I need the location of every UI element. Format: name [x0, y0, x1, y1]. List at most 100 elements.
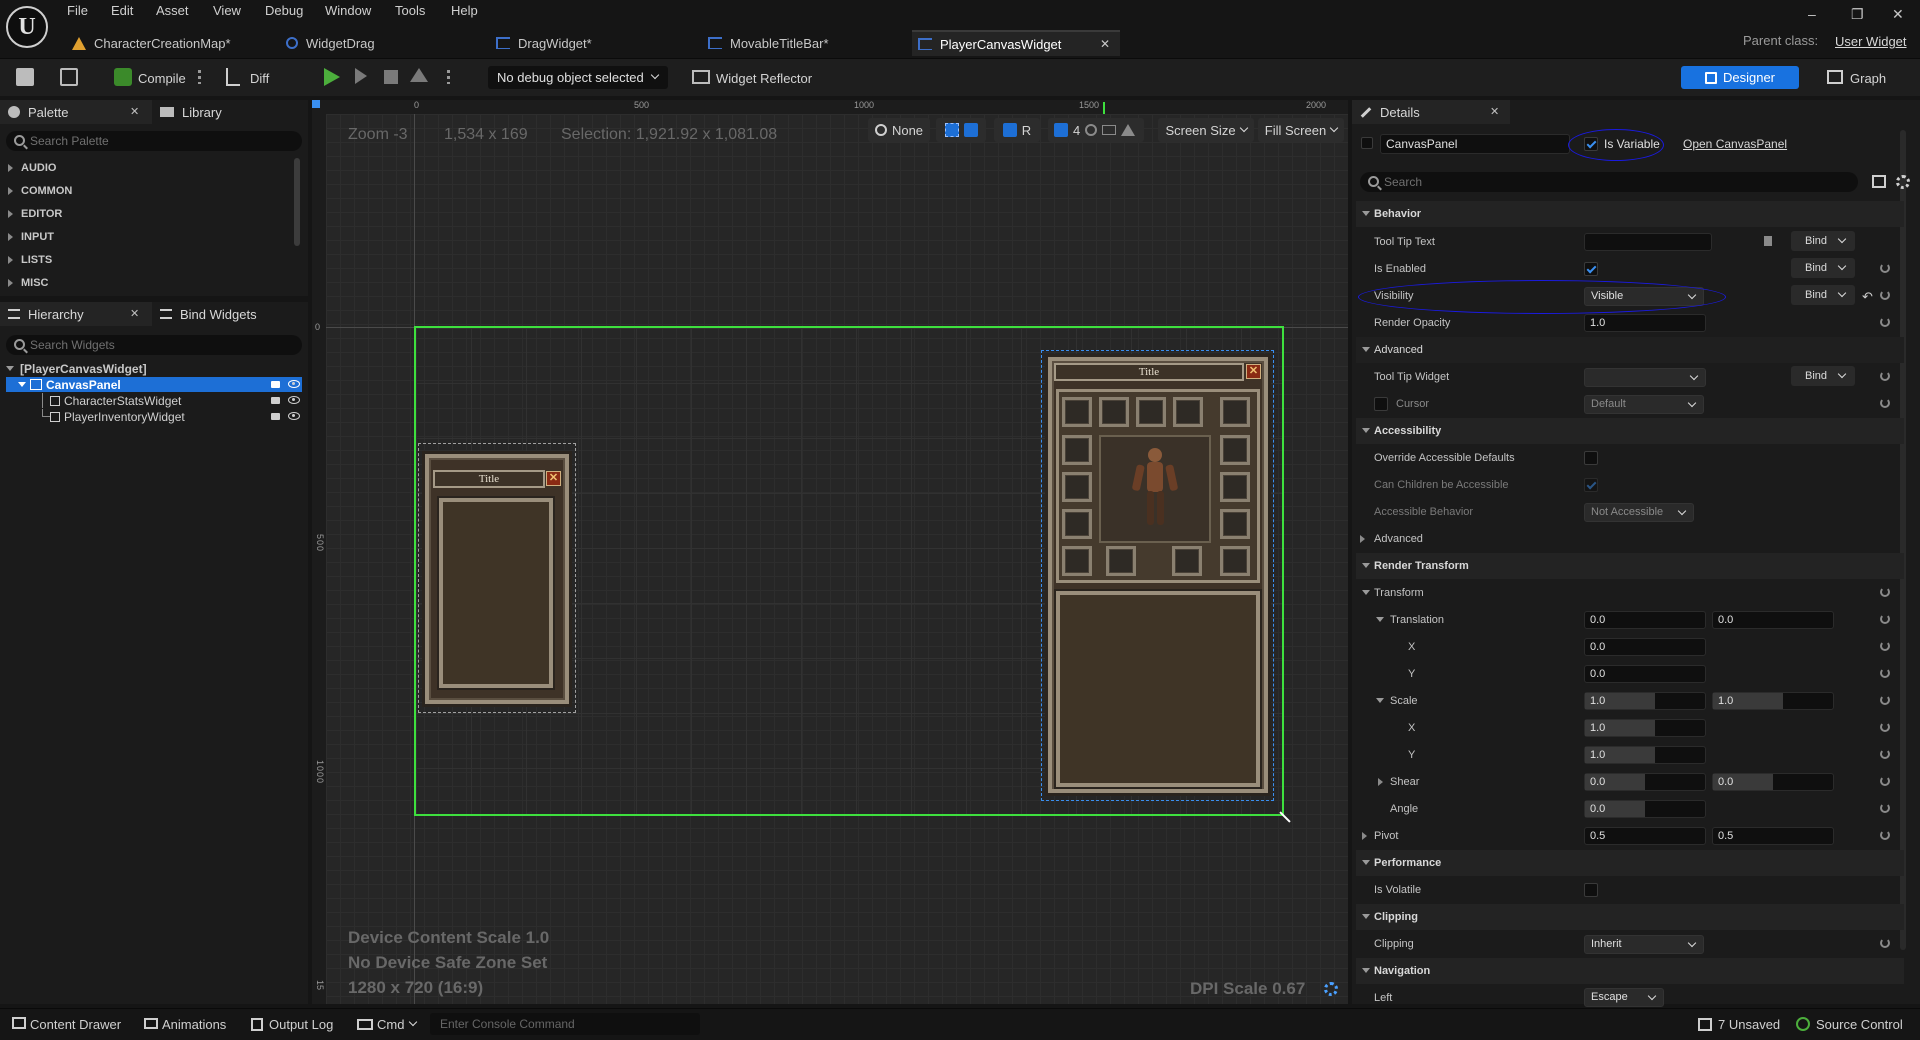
wrench-icon[interactable] [1880, 938, 1890, 948]
hierarchy-item-player-inventory[interactable]: PlayerInventoryWidget [6, 409, 302, 424]
wrench-icon[interactable] [1880, 398, 1890, 408]
open-canvas-link[interactable]: Open CanvasPanel [1683, 137, 1787, 151]
equip-slot[interactable] [1220, 509, 1250, 539]
wrench-icon[interactable] [1880, 668, 1890, 678]
designer-viewport[interactable]: Title ✕ Title ✕ Zoom -3 1,534 x 169 Sele… [326, 114, 1348, 1004]
cursor-override-checkbox[interactable] [1374, 397, 1388, 411]
close-hierarchy-icon[interactable]: ✕ [130, 307, 139, 320]
content-drawer-button[interactable]: Content Drawer [30, 1017, 121, 1032]
minimize-icon[interactable]: – [1808, 6, 1816, 22]
wrench-icon[interactable] [1880, 830, 1890, 840]
equip-slot[interactable] [1106, 546, 1136, 576]
translation-y-field[interactable]: 0.0 [1712, 611, 1834, 629]
section-clipping[interactable]: Clipping [1356, 904, 1904, 930]
ruler-icon[interactable] [1121, 124, 1136, 136]
palette-category-input[interactable]: INPUT [8, 231, 54, 243]
equip-slot[interactable] [1220, 397, 1250, 427]
play-icon[interactable] [324, 68, 340, 86]
player-inventory-widget[interactable]: Title ✕ [1041, 350, 1274, 801]
screen-size-dropdown[interactable]: Screen Size [1158, 118, 1254, 142]
equip-slot[interactable] [1062, 546, 1092, 576]
eye-icon[interactable] [288, 380, 300, 388]
compile-icon[interactable] [114, 68, 132, 86]
bind-widgets-tab[interactable]: Bind Widgets [180, 307, 257, 322]
row-transform[interactable]: Transform [1356, 580, 1904, 606]
palette-scrollbar[interactable] [294, 158, 300, 246]
console-input[interactable]: Enter Console Command [430, 1013, 700, 1035]
respect-locks-group[interactable]: R [994, 118, 1040, 142]
inventory-title-bar[interactable]: Title [1054, 363, 1244, 381]
can-children-checkbox[interactable] [1584, 478, 1598, 492]
tab-player-canvas-widget[interactable]: PlayerCanvasWidget ✕ [912, 30, 1120, 56]
equip-slot[interactable] [1220, 472, 1250, 502]
bind-tool-tip-button[interactable]: Bind [1791, 231, 1855, 251]
compile-options-icon[interactable] [198, 70, 201, 84]
wrench-icon[interactable] [1880, 722, 1890, 732]
accessible-behavior-dropdown[interactable]: Not Accessible [1584, 503, 1694, 522]
shear-x-field[interactable]: 0.0 [1584, 773, 1706, 791]
character-stats-widget[interactable]: Title ✕ [418, 443, 576, 713]
eye-icon[interactable] [288, 396, 300, 404]
wrench-icon[interactable] [1880, 263, 1890, 273]
menu-file[interactable]: File [67, 3, 88, 18]
wrench-icon[interactable] [1880, 776, 1890, 786]
diff-button[interactable]: Diff [250, 71, 269, 86]
layout-icon[interactable] [1002, 123, 1017, 137]
equip-slot[interactable] [1136, 397, 1166, 427]
section-render-transform[interactable]: Render Transform [1356, 553, 1904, 579]
parent-class-link[interactable]: User Widget [1835, 34, 1907, 49]
menu-asset[interactable]: Asset [156, 3, 189, 18]
ty-field[interactable]: 0.0 [1584, 665, 1706, 683]
reset-icon[interactable]: ↶ [1862, 289, 1873, 305]
lock-toggle-group[interactable] [936, 118, 986, 142]
menu-view[interactable]: View [213, 3, 241, 18]
menu-edit[interactable]: Edit [111, 3, 133, 18]
sy-field[interactable]: 1.0 [1584, 746, 1706, 764]
hierarchy-search-input[interactable]: Search Widgets [6, 335, 302, 355]
tab-character-creation-map[interactable]: CharacterCreationMap* [66, 30, 274, 56]
section-performance[interactable]: Performance [1356, 850, 1904, 876]
unsaved-button[interactable]: 7 Unsaved [1718, 1017, 1780, 1032]
lock-icon[interactable] [271, 381, 280, 388]
grid-size[interactable]: 4 [1073, 123, 1080, 138]
widget-name-field[interactable]: CanvasPanel [1380, 134, 1570, 154]
palette-category-misc[interactable]: MISC [8, 277, 49, 289]
close-tab-icon[interactable]: ✕ [1100, 37, 1110, 51]
tool-tip-widget-dropdown[interactable] [1584, 368, 1706, 387]
resize-handle-icon[interactable] [1279, 811, 1291, 823]
settings-gear-icon[interactable] [1896, 175, 1910, 189]
output-log-button[interactable]: Output Log [269, 1017, 333, 1032]
equip-slot[interactable] [1173, 397, 1203, 427]
is-enabled-checkbox[interactable] [1584, 262, 1598, 276]
browse-icon[interactable] [60, 68, 78, 86]
close-window-icon[interactable]: ✕ [1892, 6, 1904, 23]
restore-icon[interactable]: ❐ [1851, 6, 1864, 23]
animations-button[interactable]: Animations [162, 1017, 226, 1032]
lock-icon[interactable] [963, 123, 978, 137]
debug-object-select[interactable]: No debug object selected [488, 66, 668, 89]
bind-tool-tip-widget-button[interactable]: Bind [1791, 366, 1855, 386]
wrench-icon[interactable] [1880, 290, 1890, 300]
palette-search-input[interactable]: Search Palette [6, 131, 302, 151]
stop-icon[interactable] [384, 70, 398, 84]
equip-slot[interactable] [1220, 546, 1250, 576]
localization-preview-button[interactable]: None [868, 118, 930, 142]
render-opacity-field[interactable]: 1.0 [1584, 314, 1706, 332]
tx-field[interactable]: 0.0 [1584, 638, 1706, 656]
wrench-icon[interactable] [1880, 695, 1890, 705]
stats-close-icon[interactable]: ✕ [546, 471, 561, 486]
palette-category-common[interactable]: COMMON [8, 185, 72, 197]
tab-movable-title-bar[interactable]: MovableTitleBar* [702, 30, 902, 56]
close-palette-icon[interactable]: ✕ [130, 105, 139, 118]
equip-slot[interactable] [1220, 435, 1250, 465]
scale-x-field[interactable]: 1.0 [1584, 692, 1706, 710]
table-view-icon[interactable] [1872, 175, 1886, 188]
lock-icon[interactable] [271, 397, 280, 404]
equip-slot[interactable] [1172, 546, 1202, 576]
play-options-icon[interactable] [447, 70, 450, 84]
wrench-icon[interactable] [1880, 749, 1890, 759]
grid-snap-group[interactable]: 4 [1048, 118, 1144, 142]
palette-category-lists[interactable]: LISTS [8, 254, 52, 266]
section-accessibility[interactable]: Accessibility [1356, 418, 1904, 444]
wrench-icon[interactable] [1880, 641, 1890, 651]
